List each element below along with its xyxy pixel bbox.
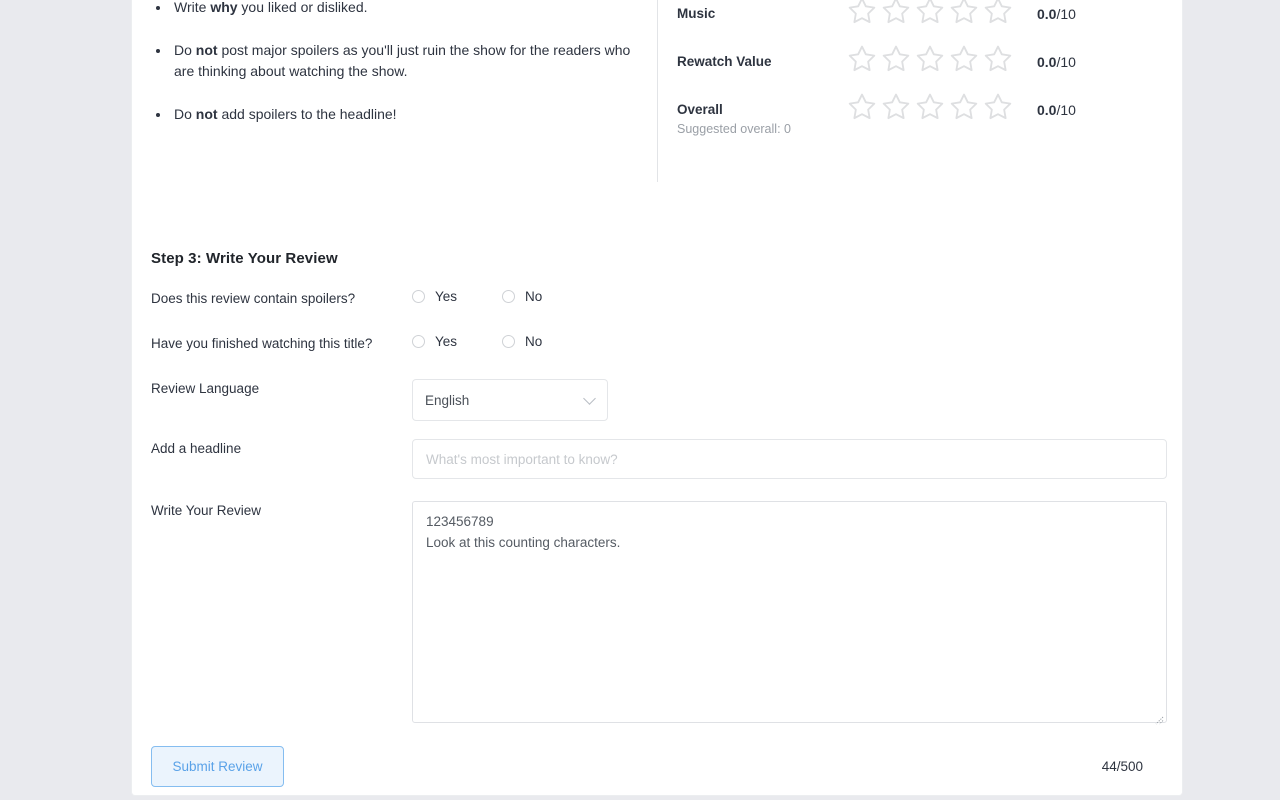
rating-score-value: 0.0 bbox=[1037, 6, 1057, 22]
rating-row-overall: Overall Suggested overall: 0 0.0/10 bbox=[677, 93, 1147, 146]
spoilers-radio-no[interactable]: No bbox=[502, 289, 542, 304]
vertical-divider bbox=[657, 0, 658, 182]
suggested-overall-text: Suggested overall: 0 bbox=[677, 121, 791, 136]
radio-circle-icon[interactable] bbox=[502, 335, 516, 348]
review-language-value: English bbox=[425, 392, 470, 408]
review-textarea-wrapper bbox=[412, 501, 1167, 728]
guidelines-and-ratings-region: summary. Write why you liked or disliked… bbox=[132, 0, 1184, 190]
star-icon[interactable] bbox=[913, 42, 947, 76]
rating-label: Rewatch Value bbox=[677, 50, 845, 71]
guideline-text-pre: Do bbox=[174, 106, 196, 122]
star-icon[interactable] bbox=[981, 42, 1015, 76]
finished-radio-no-label: No bbox=[525, 334, 543, 349]
review-page: summary. Write why you liked or disliked… bbox=[0, 0, 1280, 800]
spoilers-question-row: Does this review contain spoilers? Yes N… bbox=[151, 289, 1167, 334]
spoilers-radio-yes-label: Yes bbox=[435, 289, 458, 304]
headline-input[interactable] bbox=[412, 439, 1167, 479]
step-3-section: Step 3: Write Your Review Does this revi… bbox=[151, 250, 1167, 725]
review-language-label: Review Language bbox=[151, 381, 260, 396]
review-language-row: Review Language English bbox=[151, 379, 1167, 439]
rating-label: Music bbox=[677, 2, 845, 23]
ratings-panel: Acting/Cast 0.0/10 Music bbox=[677, 0, 1147, 146]
rating-score-denominator: /10 bbox=[1056, 54, 1076, 70]
rating-score-value: 0.0 bbox=[1037, 54, 1057, 70]
guideline-text-bold: not bbox=[195, 42, 218, 58]
rating-score-denominator: /10 bbox=[1056, 6, 1076, 22]
guideline-text-post: add spoilers to the headline! bbox=[217, 106, 397, 122]
star-rating-overall[interactable] bbox=[845, 90, 1015, 124]
rating-score: 0.0/10 bbox=[1037, 98, 1076, 118]
star-icon[interactable] bbox=[879, 0, 913, 28]
review-textarea[interactable] bbox=[412, 501, 1167, 723]
finished-question-row: Have you finished watching this title? Y… bbox=[151, 334, 1167, 379]
finished-question-label: Have you finished watching this title? bbox=[151, 336, 373, 351]
star-rating-rewatch-value[interactable] bbox=[845, 42, 1015, 76]
rating-label: Overall Suggested overall: 0 bbox=[677, 98, 845, 138]
guideline-text-post: you liked or disliked. bbox=[237, 0, 368, 15]
form-footer: Submit Review 44/500 bbox=[151, 746, 1167, 787]
radio-circle-icon[interactable] bbox=[412, 290, 425, 303]
star-icon[interactable] bbox=[845, 42, 879, 76]
radio-circle-icon[interactable] bbox=[502, 290, 516, 303]
star-icon[interactable] bbox=[947, 42, 981, 76]
star-icon[interactable] bbox=[879, 90, 913, 124]
star-icon[interactable] bbox=[947, 0, 981, 28]
submit-review-button[interactable]: Submit Review bbox=[151, 746, 284, 787]
star-icon[interactable] bbox=[913, 90, 947, 124]
finished-radio-yes-label: Yes bbox=[435, 334, 458, 349]
spoilers-radio-yes[interactable]: Yes bbox=[412, 289, 457, 304]
review-text-label: Write Your Review bbox=[151, 503, 262, 518]
rating-label-text: Music bbox=[677, 6, 716, 21]
rating-label-text: Rewatch Value bbox=[677, 54, 772, 69]
guideline-text-post: post major spoilers as you'll just ruin … bbox=[174, 42, 631, 79]
guideline-text-bold: not bbox=[195, 106, 218, 122]
spoilers-radio-group: Yes No bbox=[412, 289, 587, 304]
guideline-text-pre: Write bbox=[174, 0, 211, 15]
review-guidelines: summary. Write why you liked or disliked… bbox=[151, 0, 638, 147]
star-icon[interactable] bbox=[845, 90, 879, 124]
guideline-text-bold: why bbox=[210, 0, 238, 15]
review-language-select[interactable]: English bbox=[412, 379, 608, 421]
star-icon[interactable] bbox=[879, 42, 913, 76]
spoilers-question-label: Does this review contain spoilers? bbox=[151, 291, 356, 306]
radio-circle-icon[interactable] bbox=[412, 335, 425, 348]
chevron-down-icon[interactable] bbox=[583, 392, 596, 405]
spoilers-radio-no-label: No bbox=[525, 289, 543, 304]
review-form-card: summary. Write why you liked or disliked… bbox=[131, 0, 1183, 796]
rating-label-text: Overall bbox=[677, 102, 723, 117]
guidelines-list: Write why you liked or disliked. Do not … bbox=[151, 0, 638, 125]
star-icon[interactable] bbox=[913, 0, 947, 28]
star-icon[interactable] bbox=[981, 0, 1015, 28]
rating-score: 0.0/10 bbox=[1037, 50, 1076, 70]
finished-radio-no[interactable]: No bbox=[502, 334, 542, 349]
rating-score-value: 0.0 bbox=[1037, 102, 1057, 118]
finished-radio-group: Yes No bbox=[412, 334, 587, 349]
star-icon[interactable] bbox=[981, 90, 1015, 124]
star-icon[interactable] bbox=[947, 90, 981, 124]
headline-row: Add a headline bbox=[151, 439, 1167, 501]
step-3-heading: Step 3: Write Your Review bbox=[151, 250, 338, 267]
rating-score: 0.0/10 bbox=[1037, 2, 1076, 22]
finished-radio-yes[interactable]: Yes bbox=[412, 334, 457, 349]
guideline-item: Do not add spoilers to the headline! bbox=[171, 104, 638, 125]
character-counter: 44/500 bbox=[1101, 759, 1143, 774]
star-rating-music[interactable] bbox=[845, 0, 1015, 28]
guideline-text-pre: Do bbox=[174, 42, 196, 58]
rating-score-denominator: /10 bbox=[1056, 102, 1076, 118]
guideline-item: Write why you liked or disliked. bbox=[171, 0, 638, 18]
headline-label: Add a headline bbox=[151, 441, 242, 456]
star-icon[interactable] bbox=[845, 0, 879, 28]
guideline-item: Do not post major spoilers as you'll jus… bbox=[171, 40, 638, 82]
